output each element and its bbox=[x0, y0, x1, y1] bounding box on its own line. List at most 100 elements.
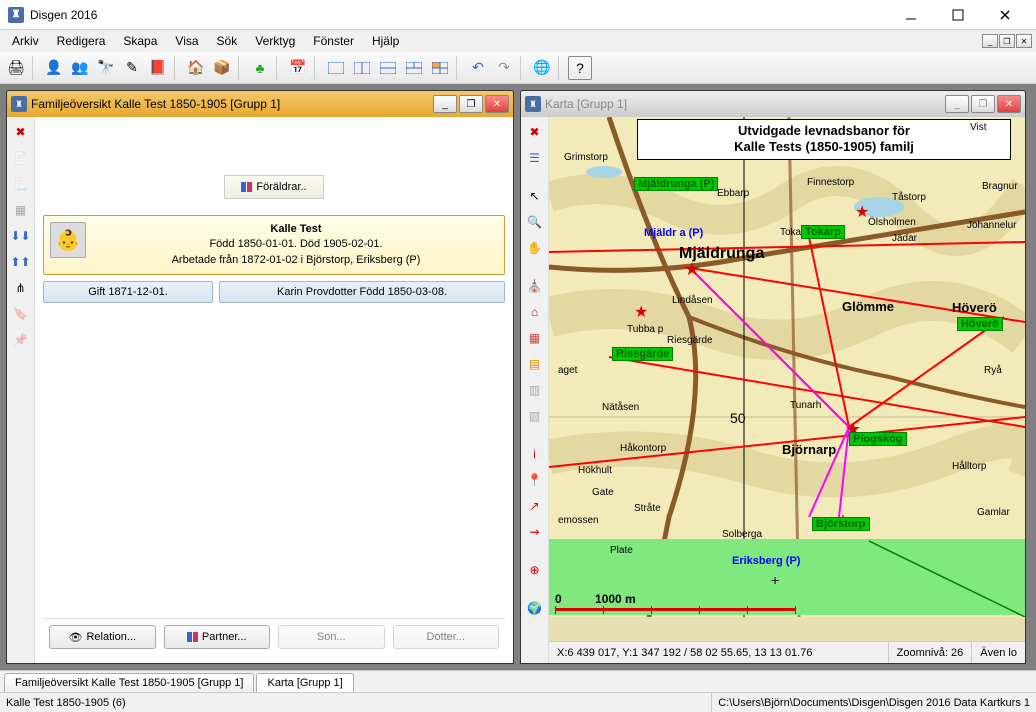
partner-button[interactable]: Partner... bbox=[164, 625, 271, 649]
minimize-button[interactable] bbox=[888, 0, 934, 30]
map-pin-icon[interactable]: 📍 bbox=[524, 469, 546, 491]
statusbar-right: C:\Users\Björn\Documents\Disgen\Disgen 2… bbox=[711, 693, 1036, 712]
map-delete-icon[interactable]: ✖ bbox=[524, 121, 546, 143]
globe-icon[interactable]: 🌐 bbox=[530, 56, 554, 80]
menu-verktyg[interactable]: Verktyg bbox=[247, 32, 303, 50]
family-window-title: Familjeöversikt Kalle Test 1850-1905 [Gr… bbox=[31, 97, 431, 111]
family-window-titlebar[interactable]: ♜ Familjeöversikt Kalle Test 1850-1905 [… bbox=[7, 91, 513, 117]
vtb-script-icon[interactable]: 📃 bbox=[10, 173, 32, 195]
statusbar-left: Kalle Test 1850-1905 (6) bbox=[0, 693, 711, 712]
map-zoom-icon[interactable]: 🔍 bbox=[524, 211, 546, 233]
vtb-tree-icon[interactable]: ⋔ bbox=[10, 277, 32, 299]
map-canvas[interactable]: ★ ★ ★ ★ ★ + Utvidgade levnadsbanor för bbox=[549, 117, 1025, 641]
label-solberga: Solberga bbox=[719, 529, 765, 540]
vtb-document-icon[interactable]: 📄 bbox=[10, 147, 32, 169]
eye-icon: 👁 bbox=[69, 631, 83, 644]
parents-button[interactable]: Föräldrar.. bbox=[224, 175, 324, 199]
map-route-icon[interactable]: ↗ bbox=[524, 495, 546, 517]
partner-button-label: Partner... bbox=[202, 631, 247, 643]
binoculars-icon[interactable]: 🔭 bbox=[94, 56, 118, 80]
window-controls bbox=[888, 0, 1028, 30]
person-male-icon[interactable]: 👤 bbox=[42, 56, 66, 80]
map-window-titlebar[interactable]: ♜ Karta [Grupp 1] _ ❐ ✕ bbox=[521, 91, 1025, 117]
menu-redigera[interactable]: Redigera bbox=[49, 32, 114, 50]
map-grid2-icon[interactable]: ▤ bbox=[524, 353, 546, 375]
marriage-date-cell[interactable]: Gift 1871-12-01. bbox=[43, 281, 213, 303]
vtb-pin-icon[interactable]: 📌 bbox=[10, 329, 32, 351]
map-grid4-icon[interactable]: ▧ bbox=[524, 405, 546, 427]
label-natasen: Nätåsen bbox=[599, 402, 642, 413]
person-card[interactable]: 👶 Kalle Test Född 1850-01-01. Död 1905-0… bbox=[43, 215, 505, 275]
spouse-cell[interactable]: Karin Provdotter Född 1850-03-08. bbox=[219, 281, 505, 303]
map-track-icon[interactable]: ⇝ bbox=[524, 521, 546, 543]
menu-visa[interactable]: Visa bbox=[167, 32, 206, 50]
toolbar-separator bbox=[32, 56, 38, 80]
vtb-descendant-icon[interactable]: ⬇⬇ bbox=[10, 225, 32, 247]
map-hand-icon[interactable]: ✋ bbox=[524, 237, 546, 259]
toolbar-separator bbox=[558, 56, 564, 80]
label-bragnur: Bragnur bbox=[979, 181, 1021, 192]
label-strate: Stråte bbox=[631, 503, 664, 514]
mdi-controls: _ ❐ ✕ bbox=[981, 34, 1032, 48]
toolbar-separator bbox=[174, 56, 180, 80]
vtb-table-icon[interactable]: ▦ bbox=[10, 199, 32, 221]
map-grid3-icon[interactable]: ▥ bbox=[524, 379, 546, 401]
vtb-delete-icon[interactable]: ✖ bbox=[10, 121, 32, 143]
label-toka: Toka bbox=[777, 227, 804, 238]
layout2-icon[interactable] bbox=[350, 56, 374, 80]
mdi-close-button[interactable]: ✕ bbox=[1016, 34, 1032, 48]
map-window-maximize[interactable]: ❐ bbox=[971, 95, 995, 113]
map-grid1-icon[interactable]: ▦ bbox=[524, 327, 546, 349]
menu-fonster[interactable]: Fönster bbox=[305, 32, 362, 50]
vtb-ancestor-icon[interactable]: ⬆⬆ bbox=[10, 251, 32, 273]
calendar-icon[interactable]: 📅 bbox=[286, 56, 310, 80]
label-emossen: emossen bbox=[555, 515, 602, 526]
statusbar: Kalle Test 1850-1905 (6) C:\Users\Björn\… bbox=[0, 692, 1036, 712]
person-female-icon[interactable]: 👥 bbox=[68, 56, 92, 80]
label-50: 50 bbox=[727, 410, 749, 426]
marriage-row: Gift 1871-12-01. Karin Provdotter Född 1… bbox=[43, 281, 505, 303]
map-earth-icon[interactable]: 🌍 bbox=[524, 597, 546, 619]
menubar: Arkiv Redigera Skapa Visa Sök Verktyg Fö… bbox=[0, 30, 1036, 52]
layout1-icon[interactable] bbox=[324, 56, 348, 80]
help-icon[interactable]: ? bbox=[568, 56, 592, 80]
mdi-restore-button[interactable]: ❐ bbox=[999, 34, 1015, 48]
vtb-bookmark-icon[interactable]: 🔖 bbox=[10, 303, 32, 325]
map-window-minimize[interactable]: _ bbox=[945, 95, 969, 113]
map-pointer-icon[interactable]: ↖ bbox=[524, 185, 546, 207]
undo-icon[interactable]: ↶ bbox=[466, 56, 490, 80]
maximize-button[interactable] bbox=[935, 0, 981, 30]
leaf-icon[interactable]: ♣ bbox=[248, 56, 272, 80]
family-window-maximize[interactable]: ❐ bbox=[459, 95, 483, 113]
map-info-icon[interactable]: i bbox=[524, 443, 546, 465]
menu-hjalp[interactable]: Hjälp bbox=[364, 32, 407, 50]
layout3-icon[interactable] bbox=[376, 56, 400, 80]
dotter-button-label: Dotter... bbox=[426, 631, 465, 643]
edit-icon[interactable]: ✎ bbox=[120, 56, 144, 80]
mdi-minimize-button[interactable]: _ bbox=[982, 34, 998, 48]
menu-skapa[interactable]: Skapa bbox=[115, 32, 165, 50]
map-layers-icon[interactable]: ☰ bbox=[524, 147, 546, 169]
menu-sok[interactable]: Sök bbox=[209, 32, 246, 50]
relation-button[interactable]: 👁 Relation... bbox=[49, 625, 156, 649]
son-button[interactable]: Son... bbox=[278, 625, 385, 649]
layout4-icon[interactable] bbox=[402, 56, 426, 80]
map-house-icon[interactable]: ⌂ bbox=[524, 301, 546, 323]
family-window-minimize[interactable]: _ bbox=[433, 95, 457, 113]
map-church-icon[interactable]: ⛪ bbox=[524, 275, 546, 297]
redo-icon[interactable]: ↷ bbox=[492, 56, 516, 80]
menu-arkiv[interactable]: Arkiv bbox=[4, 32, 47, 50]
tab-family[interactable]: Familjeöversikt Kalle Test 1850-1905 [Gr… bbox=[4, 673, 254, 692]
book-icon[interactable]: 📕 bbox=[146, 56, 170, 80]
map-locate-icon[interactable]: ⊕ bbox=[524, 559, 546, 581]
map-window-close[interactable]: ✕ bbox=[997, 95, 1021, 113]
dotter-button[interactable]: Dotter... bbox=[393, 625, 500, 649]
layout5-icon[interactable] bbox=[428, 56, 452, 80]
family-window-close[interactable]: ✕ bbox=[485, 95, 509, 113]
cube-icon[interactable]: 📦 bbox=[210, 56, 234, 80]
home-icon[interactable]: 🏠 bbox=[184, 56, 208, 80]
label-tokarp: Tokarp bbox=[801, 225, 845, 239]
print-icon[interactable]: 🖨 bbox=[4, 56, 28, 80]
close-button[interactable] bbox=[982, 0, 1028, 30]
tab-map[interactable]: Karta [Grupp 1] bbox=[256, 673, 353, 692]
